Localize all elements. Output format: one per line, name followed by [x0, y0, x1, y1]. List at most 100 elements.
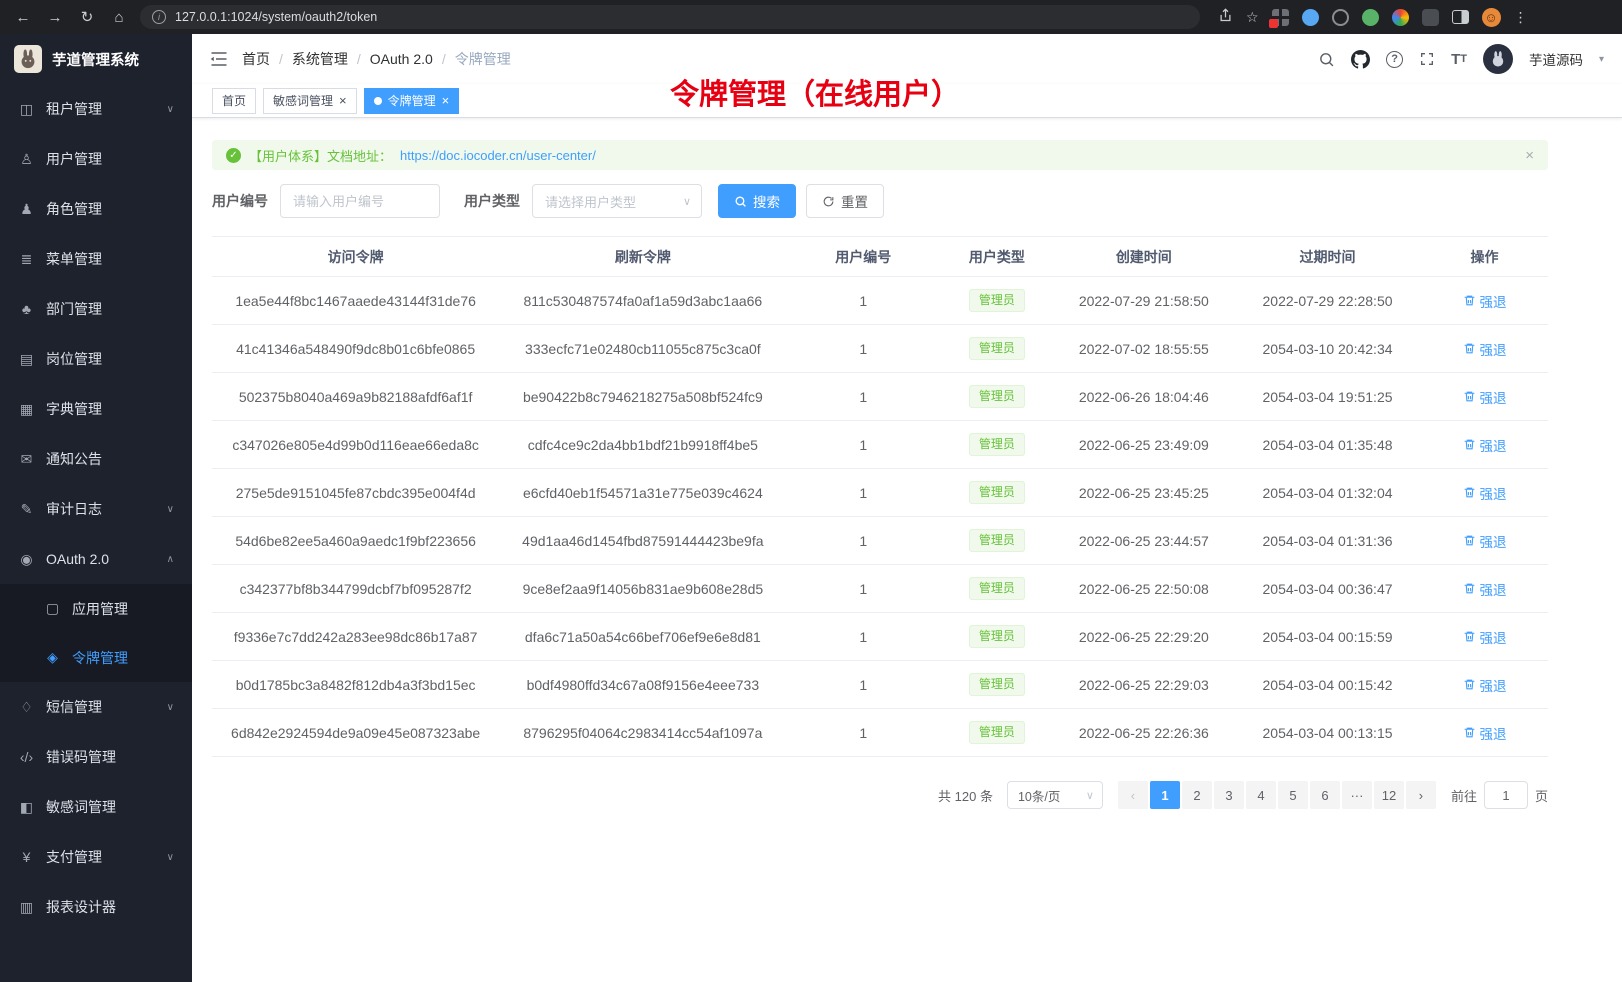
home-icon[interactable]: ⌂ — [108, 9, 130, 26]
goto-page-input[interactable] — [1484, 781, 1528, 809]
tab-token[interactable]: 令牌管理× — [364, 88, 460, 114]
main-area: 令牌管理（在线用户） 首页/系统管理/OAuth 2.0/令牌管理 ? TT — [192, 34, 1622, 982]
sidebar-item-user[interactable]: ♙用户管理 — [0, 134, 192, 184]
page-button-2[interactable]: 2 — [1182, 781, 1212, 809]
table-row: 41c41346a548490f9dc8b01c6bfe0865333ecfc7… — [212, 325, 1548, 373]
user-caret-down-icon[interactable]: ▾ — [1599, 54, 1604, 65]
sidebar-item-dept[interactable]: ♣部门管理 — [0, 284, 192, 334]
more-pages-button[interactable]: ··· — [1342, 781, 1372, 809]
user-id-input[interactable] — [280, 184, 440, 218]
help-icon[interactable]: ? — [1386, 51, 1403, 68]
search-icon[interactable] — [1318, 51, 1335, 68]
sidebar-item-role[interactable]: ♟角色管理 — [0, 184, 192, 234]
sidebar-item-label: 报表设计器 — [46, 897, 116, 917]
extension-icon-5[interactable] — [1392, 9, 1409, 26]
pay-icon: ¥ — [18, 849, 35, 865]
address-bar[interactable]: i 127.0.0.1:1024/system/oauth2/token — [140, 5, 1200, 29]
sidebar-item-oauth2-application[interactable]: ▢应用管理 — [0, 584, 192, 633]
alert-close-icon[interactable]: × — [1525, 147, 1534, 164]
user-id-cell: 1 — [786, 325, 940, 373]
sidebar-item-label: 通知公告 — [46, 449, 102, 469]
sidebar-item-pay[interactable]: ¥支付管理∨ — [0, 832, 192, 882]
browser-profile-avatar[interactable]: ☺ — [1482, 8, 1501, 27]
force-logout-label: 强退 — [1480, 435, 1507, 455]
force-logout-button[interactable]: 强退 — [1463, 291, 1507, 311]
collapse-sidebar-icon[interactable] — [210, 51, 228, 67]
doc-link[interactable]: https://doc.iocoder.cn/user-center/ — [400, 148, 596, 163]
sidebar-item-dict[interactable]: ▦字典管理 — [0, 384, 192, 434]
user-type-label: 用户类型 — [464, 191, 520, 211]
extension-icon-4[interactable] — [1362, 9, 1379, 26]
force-logout-button[interactable]: 强退 — [1463, 435, 1507, 455]
table-row: 6d842e2924594de9a09e45e087323abe8796295f… — [212, 709, 1548, 757]
tab-close-icon[interactable]: × — [339, 94, 347, 107]
force-logout-button[interactable]: 强退 — [1463, 579, 1507, 599]
force-logout-label: 强退 — [1480, 627, 1507, 647]
page-button-1[interactable]: 1 — [1150, 781, 1180, 809]
sidebar-item-oauth2-token[interactable]: ◈令牌管理 — [0, 633, 192, 682]
user-type-cell: 管理员 — [940, 421, 1054, 469]
extension-icon-1[interactable] — [1272, 9, 1289, 26]
forward-icon[interactable]: → — [44, 9, 66, 26]
user-type-select[interactable]: 请选择用户类型 ∨ — [532, 184, 702, 218]
tab-home[interactable]: 首页 — [212, 88, 256, 114]
force-logout-button[interactable]: 强退 — [1463, 483, 1507, 503]
github-icon[interactable] — [1351, 50, 1370, 69]
reset-button[interactable]: 重置 — [806, 184, 884, 218]
breadcrumb-item[interactable]: 令牌管理 — [455, 49, 511, 69]
user-avatar[interactable] — [1483, 44, 1513, 74]
prev-page-button[interactable]: ‹ — [1118, 781, 1148, 809]
browser-menu-icon[interactable]: ⋮ — [1514, 9, 1528, 26]
create-time-cell: 2022-06-25 22:26:36 — [1054, 709, 1234, 757]
user-type-tag: 管理员 — [969, 385, 1025, 407]
access-token-cell: 1ea5e44f8bc1467aaede43144f31de76 — [212, 277, 499, 325]
logo[interactable]: 芋道管理系统 — [0, 34, 192, 84]
force-logout-button[interactable]: 强退 — [1463, 723, 1507, 743]
force-logout-button[interactable]: 强退 — [1463, 339, 1507, 359]
fullscreen-icon[interactable] — [1419, 51, 1435, 67]
share-icon[interactable] — [1218, 8, 1233, 26]
force-logout-button[interactable]: 强退 — [1463, 627, 1507, 647]
sidebar-item-post[interactable]: ▤岗位管理 — [0, 334, 192, 384]
page-button-4[interactable]: 4 — [1246, 781, 1276, 809]
sidebar-item-notice[interactable]: ✉通知公告 — [0, 434, 192, 484]
sidebar-item-menu[interactable]: ≣菜单管理 — [0, 234, 192, 284]
sidebar-item-sensitive-word[interactable]: ◧敏感词管理 — [0, 782, 192, 832]
page-button-12[interactable]: 12 — [1374, 781, 1404, 809]
column-header: 过期时间 — [1234, 237, 1421, 277]
force-logout-button[interactable]: 强退 — [1463, 675, 1507, 695]
force-logout-button[interactable]: 强退 — [1463, 387, 1507, 407]
sidebar-item-report-designer[interactable]: ▥ 报表设计器 — [0, 882, 192, 932]
extension-icon-3[interactable] — [1332, 9, 1349, 26]
page-button-5[interactable]: 5 — [1278, 781, 1308, 809]
site-info-icon[interactable]: i — [152, 10, 166, 24]
breadcrumb-item[interactable]: OAuth 2.0 — [370, 51, 433, 67]
tab-close-icon[interactable]: × — [442, 94, 450, 107]
force-logout-button[interactable]: 强退 — [1463, 531, 1507, 551]
bookmark-star-icon[interactable]: ☆ — [1246, 9, 1259, 26]
back-icon[interactable]: ← — [12, 9, 34, 26]
user-id-cell: 1 — [786, 517, 940, 565]
sidebar-item-tenant[interactable]: ◫租户管理∨ — [0, 84, 192, 134]
page-button-6[interactable]: 6 — [1310, 781, 1340, 809]
report-designer-icon: ▥ — [18, 899, 35, 916]
breadcrumb-item[interactable]: 系统管理 — [292, 49, 348, 69]
extension-icon-2[interactable] — [1302, 9, 1319, 26]
search-button[interactable]: 搜索 — [718, 184, 796, 218]
sidebar-item-oauth2[interactable]: ◉OAuth 2.0∧ — [0, 534, 192, 584]
page-button-3[interactable]: 3 — [1214, 781, 1244, 809]
font-size-icon[interactable]: TT — [1451, 51, 1467, 68]
user-name[interactable]: 芋道源码 — [1529, 49, 1583, 69]
tab-sensitive-word[interactable]: 敏感词管理× — [263, 88, 357, 114]
sidebar-item-audit-log[interactable]: ✎审计日志∨ — [0, 484, 192, 534]
extension-icon-6[interactable] — [1422, 9, 1439, 26]
refresh-icon[interactable]: ↻ — [76, 8, 98, 26]
browser-chrome: ← → ↻ ⌂ i 127.0.0.1:1024/system/oauth2/t… — [0, 0, 1622, 34]
sidebar-item-sms[interactable]: ♢短信管理∨ — [0, 682, 192, 732]
breadcrumb-item[interactable]: 首页 — [242, 49, 270, 69]
page-size-select[interactable]: 10条/页 ∨ — [1007, 781, 1103, 809]
split-view-icon[interactable] — [1452, 10, 1469, 24]
next-page-button[interactable]: › — [1406, 781, 1436, 809]
tab-label: 首页 — [222, 92, 246, 109]
sidebar-item-error-code[interactable]: ‹/›错误码管理 — [0, 732, 192, 782]
